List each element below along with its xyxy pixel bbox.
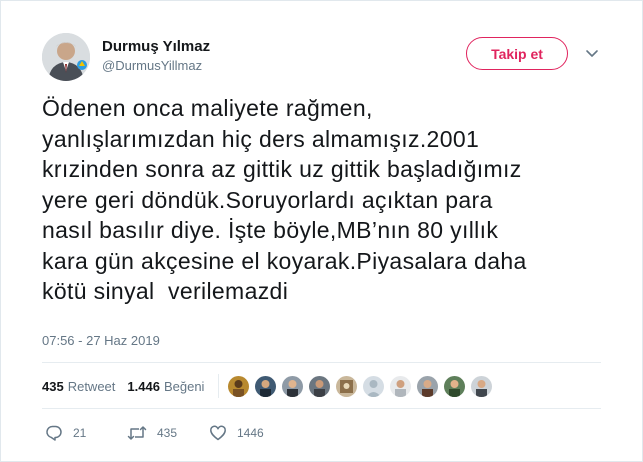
liker-avatar[interactable] bbox=[335, 374, 359, 398]
tweet-header: Durmuş Yılmaz @DurmusYillmaz Takip et bbox=[42, 33, 612, 83]
reply-button[interactable]: 21 bbox=[45, 424, 127, 442]
like-button[interactable]: 1446 bbox=[209, 424, 264, 442]
liker-avatar[interactable] bbox=[227, 374, 251, 398]
author-avatar[interactable] bbox=[42, 33, 90, 81]
tweet-card: Durmuş Yılmaz @DurmusYillmaz Takip et Öd… bbox=[0, 0, 643, 462]
author-names: Durmuş Yılmaz @DurmusYillmaz bbox=[102, 37, 210, 75]
like-count: 1446 bbox=[237, 426, 264, 440]
retweet-stat-count[interactable]: 435 bbox=[42, 379, 64, 394]
author-handle[interactable]: @DurmusYillmaz bbox=[102, 57, 210, 75]
liker-avatar[interactable] bbox=[389, 374, 413, 398]
follow-button[interactable]: Takip et bbox=[466, 37, 568, 70]
liker-avatar[interactable] bbox=[443, 374, 467, 398]
retweet-icon bbox=[127, 426, 147, 440]
divider bbox=[42, 408, 601, 409]
tweet-actions: 21 435 1446 bbox=[45, 423, 264, 443]
liker-avatars bbox=[227, 374, 494, 398]
liker-avatar[interactable] bbox=[470, 374, 494, 398]
retweet-stat-label[interactable]: Retweet bbox=[68, 379, 116, 394]
liker-avatar[interactable] bbox=[281, 374, 305, 398]
like-stat-count[interactable]: 1.446 bbox=[127, 379, 160, 394]
divider bbox=[42, 362, 601, 363]
reply-count: 21 bbox=[73, 426, 87, 440]
more-options-button[interactable] bbox=[582, 43, 602, 63]
liker-avatar[interactable] bbox=[254, 374, 278, 398]
liker-avatar[interactable] bbox=[362, 374, 386, 398]
retweet-count: 435 bbox=[157, 426, 178, 440]
tweet-stats: 435 Retweet 1.446 Beğeni bbox=[42, 374, 494, 398]
liker-avatar[interactable] bbox=[416, 374, 440, 398]
retweet-button[interactable]: 435 bbox=[127, 424, 209, 442]
profile-photo-icon bbox=[42, 33, 90, 81]
stats-separator bbox=[218, 374, 220, 398]
reply-icon bbox=[46, 425, 62, 441]
tweet-text: Ödenen onca maliyete rağmen, yanlışlarım… bbox=[42, 95, 527, 304]
liker-avatar[interactable] bbox=[308, 374, 332, 398]
tweet-timestamp[interactable]: 07:56 - 27 Haz 2019 bbox=[42, 332, 160, 350]
heart-icon bbox=[210, 425, 226, 441]
chevron-down-icon bbox=[586, 50, 598, 57]
like-stat-label[interactable]: Beğeni bbox=[164, 379, 204, 394]
author-display-name[interactable]: Durmuş Yılmaz bbox=[102, 37, 210, 57]
